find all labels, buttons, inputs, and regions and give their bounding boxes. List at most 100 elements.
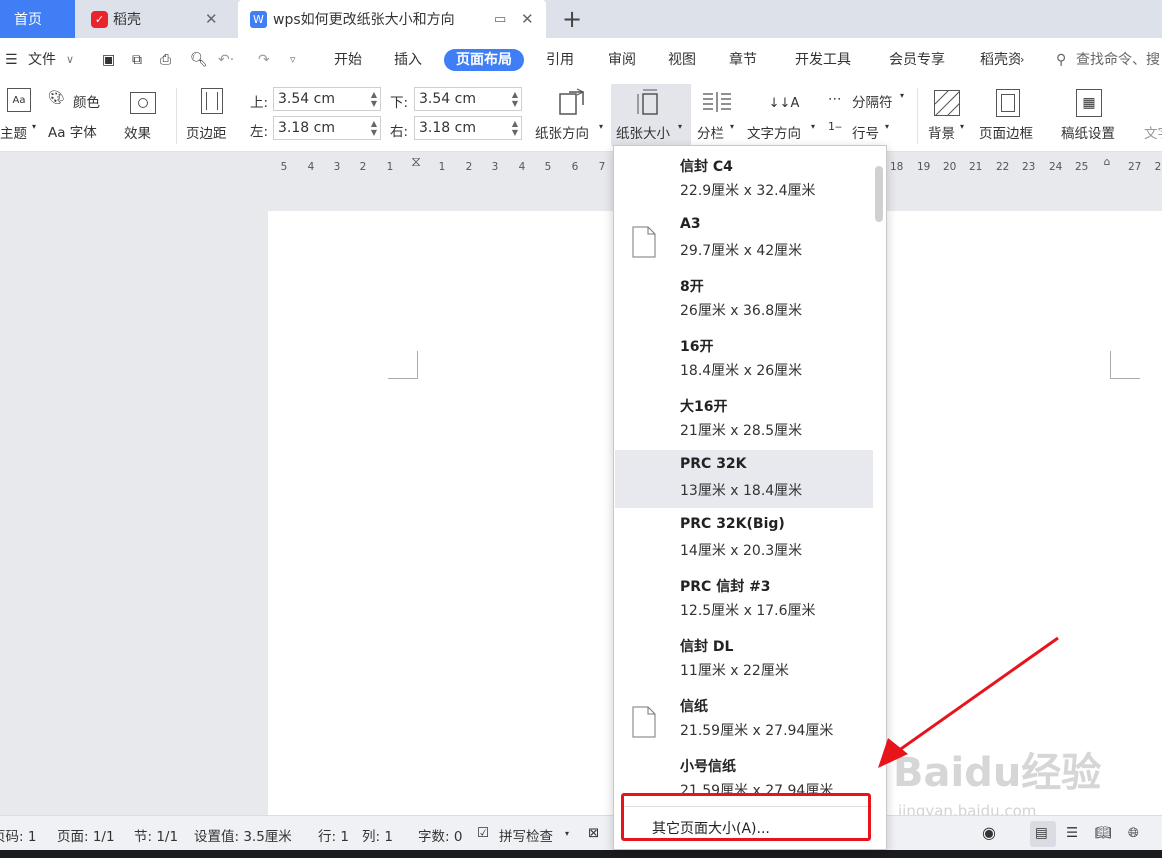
track-changes-icon[interactable]: ⊠ (588, 825, 599, 841)
theme-icon[interactable]: Aa (7, 88, 31, 112)
chevron-down-icon[interactable]: ▾ (900, 91, 904, 100)
effect-icon[interactable] (130, 92, 156, 114)
columns-icon[interactable] (701, 90, 731, 116)
redo-icon[interactable]: ↷ (258, 49, 270, 71)
paper-size-item[interactable]: 16开 18.4厘米 x 26厘米 (615, 330, 873, 388)
menu-member[interactable]: 会员专享 (889, 49, 945, 71)
status-words[interactable]: 字数: 0 (418, 825, 462, 845)
status-row[interactable]: 行: 1 (318, 825, 349, 845)
paper-size-button[interactable]: 纸张大小 (616, 122, 670, 142)
paper-size-item[interactable]: PRC 信封 #3 12.5厘米 x 17.6厘米 (615, 570, 873, 628)
indent-marker-icon[interactable]: ⧖ (410, 154, 422, 170)
grid-paper-button[interactable]: 稿纸设置 (1061, 122, 1115, 142)
quick-access-dropdown-icon[interactable]: ▿ (290, 49, 296, 71)
print-icon[interactable]: ⎙ (160, 49, 171, 71)
margin-icon[interactable] (201, 88, 223, 114)
menu-review[interactable]: 审阅 (608, 49, 636, 71)
search-icon[interactable]: ⚲ (1056, 49, 1066, 71)
menu-insert[interactable]: 插入 (394, 49, 422, 71)
outline-view-icon[interactable]: ☰ (1066, 825, 1078, 841)
background-button[interactable]: 背景 (928, 122, 955, 142)
separator-button[interactable]: 分隔符 (852, 91, 893, 111)
spell-check-button[interactable]: 拼写检查 (499, 825, 553, 845)
page-border-icon[interactable] (996, 89, 1020, 117)
spinner-icon[interactable]: ▲ ▼ (512, 119, 518, 137)
chevron-down-icon[interactable]: ∨ (66, 49, 74, 71)
paper-size-item[interactable]: 信封 C4 22.9厘米 x 32.4厘米 (615, 150, 873, 208)
chevron-down-icon[interactable]: ▾ (811, 122, 815, 131)
page-view-icon[interactable]: ▤ (1035, 825, 1048, 841)
spinner-icon[interactable]: ▲ ▼ (371, 90, 377, 108)
menu-chapter[interactable]: 章节 (729, 49, 757, 71)
export-icon[interactable]: ⧉ (132, 49, 142, 71)
menu-daoke-resources[interactable]: 稻壳资 (980, 49, 1020, 71)
theme-button[interactable]: 主题 (0, 122, 27, 142)
chevron-down-icon[interactable]: ▾ (730, 122, 734, 131)
status-col[interactable]: 列: 1 (362, 825, 393, 845)
orientation-icon[interactable] (557, 87, 587, 117)
line-number-button[interactable]: 行号 (852, 122, 879, 142)
chevron-down-icon[interactable]: ▾ (599, 122, 603, 131)
file-menu[interactable]: 文件 (28, 49, 56, 71)
text-direction-icon[interactable]: ↓↓A (768, 88, 800, 118)
menu-page-layout[interactable]: 页面布局 (444, 49, 524, 71)
bottom-margin-input[interactable]: 3.54 cm ▲ ▼ (414, 87, 522, 111)
chevron-right-icon[interactable]: › (1020, 49, 1024, 71)
web-view-icon[interactable]: 🌐︎ (1128, 825, 1139, 841)
paper-size-item[interactable]: PRC 32K 13厘米 x 18.4厘米 (615, 450, 873, 508)
search-command-input[interactable]: 查找命令、搜 (1076, 49, 1160, 71)
menu-reference[interactable]: 引用 (546, 49, 574, 71)
paper-size-item[interactable]: 8开 26厘米 x 36.8厘米 (615, 270, 873, 328)
margin-button[interactable]: 页边距 (186, 122, 227, 142)
paper-size-item[interactable]: A3 29.7厘米 x 42厘米 (615, 210, 873, 268)
line-number-icon[interactable]: 1‒ (828, 120, 842, 133)
undo-icon[interactable]: ↶· (218, 49, 234, 71)
background-icon[interactable] (934, 90, 960, 116)
paper-size-item[interactable]: 大16开 21厘米 x 28.5厘米 (615, 390, 873, 448)
paper-size-icon[interactable] (635, 88, 665, 118)
tab-daoke[interactable]: ✓ 稻壳 ✕ (75, 0, 235, 38)
page-border-button[interactable]: 页面边框 (979, 122, 1033, 142)
window-icon[interactable]: ▭ (494, 12, 506, 27)
tab-home[interactable]: 首页 (0, 0, 75, 38)
font-button[interactable]: Aa 字体 (48, 121, 97, 141)
print-preview-icon[interactable]: 🔍︎ (190, 49, 208, 71)
orientation-button[interactable]: 纸张方向 (535, 122, 589, 142)
paper-size-item[interactable]: 信封 DL 11厘米 x 22厘米 (615, 630, 873, 688)
menu-start[interactable]: 开始 (334, 49, 362, 71)
status-pages[interactable]: 页面: 1/1 (57, 825, 115, 845)
chevron-down-icon[interactable]: ▾ (565, 829, 569, 838)
left-margin-input[interactable]: 3.18 cm ▲ ▼ (273, 116, 381, 140)
right-indent-marker-icon[interactable]: ⌂ (1101, 156, 1113, 168)
chevron-down-icon[interactable]: ▾ (678, 122, 682, 131)
palette-icon[interactable]: 🎨︎ (48, 90, 65, 106)
status-section[interactable]: 节: 1/1 (134, 825, 178, 845)
color-button[interactable]: 颜色 (73, 91, 100, 111)
new-tab-plus-icon[interactable]: + (562, 5, 582, 33)
spinner-icon[interactable]: ▲ ▼ (512, 90, 518, 108)
reading-view-icon[interactable]: 📖︎ (1095, 825, 1112, 841)
right-margin-input[interactable]: 3.18 cm ▲ ▼ (414, 116, 522, 140)
status-setting[interactable]: 设置值: 3.5厘米 (194, 825, 292, 845)
save-icon[interactable]: ▣ (102, 49, 115, 71)
top-margin-input[interactable]: 3.54 cm ▲ ▼ (273, 87, 381, 111)
separator-icon[interactable]: ⋯ (828, 91, 842, 107)
menu-view[interactable]: 视图 (668, 49, 696, 71)
horizontal-ruler[interactable]: 5 4 3 2 1 ⧖ 1 2 3 4 5 6 7 18 19 20 21 22… (0, 152, 1162, 182)
tab-document[interactable]: W wps如何更改纸张大小和方向 ▭ ✕ (238, 0, 546, 38)
spell-check-icon[interactable]: ☑ (477, 825, 489, 841)
dropdown-scrollbar[interactable] (875, 166, 883, 222)
close-icon[interactable]: ✕ (205, 10, 218, 28)
eye-protection-icon[interactable]: ◉ (982, 823, 996, 842)
grid-paper-icon[interactable]: ▦ (1076, 89, 1102, 117)
chevron-down-icon[interactable]: ▾ (960, 122, 964, 131)
effect-button[interactable]: 效果 (124, 122, 151, 142)
hamburger-icon[interactable]: ☰ (5, 49, 18, 71)
text-more-button[interactable]: 文字 (1144, 122, 1162, 142)
close-icon[interactable]: ✕ (521, 10, 534, 28)
paper-size-item[interactable]: PRC 32K(Big) 14厘米 x 20.3厘米 (615, 510, 873, 568)
text-direction-button[interactable]: 文字方向 (747, 122, 801, 142)
spinner-icon[interactable]: ▲ ▼ (371, 119, 377, 137)
chevron-down-icon[interactable]: ▾ (885, 122, 889, 131)
columns-button[interactable]: 分栏 (697, 122, 724, 142)
